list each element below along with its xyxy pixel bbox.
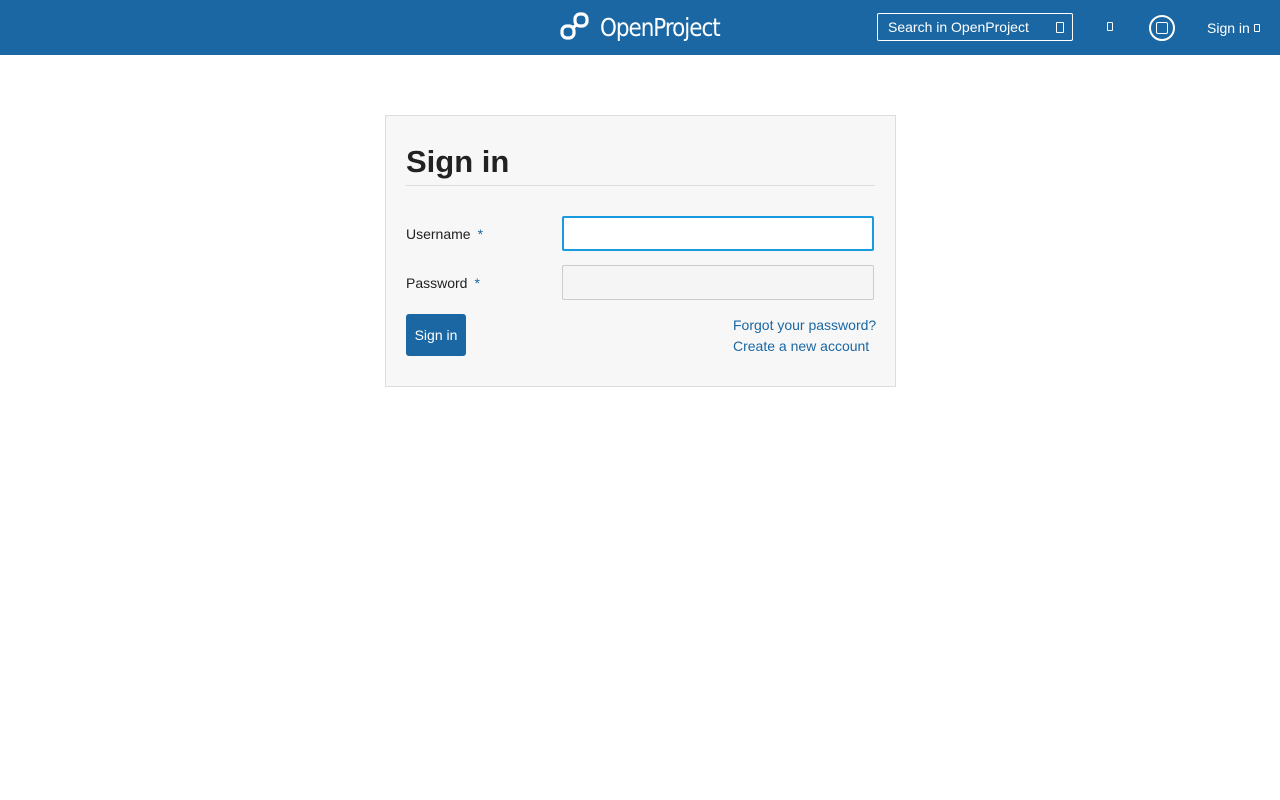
login-form: Sign in Username * Password * Sign in Forg… [385, 115, 896, 387]
username-field[interactable] [562, 216, 874, 251]
top-header: OpenProject Search in OpenProject Sign i… [0, 0, 1280, 55]
openproject-logo-icon [560, 12, 589, 40]
brand-logo[interactable]: OpenProject [560, 11, 739, 43]
password-label: Password * [406, 275, 480, 291]
page-title: Sign in [406, 144, 510, 179]
brand-name: OpenProject [600, 12, 721, 42]
help-icon[interactable] [1149, 15, 1175, 41]
search-placeholder: Search in OpenProject [888, 19, 1029, 35]
required-marker: * [474, 275, 480, 291]
grid-icon[interactable] [1107, 22, 1113, 31]
create-account-link[interactable]: Create a new account [733, 338, 869, 354]
header-sign-in-button[interactable]: Sign in [1207, 18, 1260, 38]
global-search-input[interactable]: Search in OpenProject [877, 13, 1073, 41]
forgot-password-link[interactable]: Forgot your password? [733, 317, 876, 333]
search-icon[interactable] [1056, 21, 1064, 33]
password-field[interactable] [562, 265, 874, 300]
caret-down-icon [1253, 24, 1260, 32]
title-divider [406, 185, 875, 186]
username-label-text: Username [406, 226, 471, 242]
sign-in-button[interactable]: Sign in [406, 314, 466, 356]
password-label-text: Password [406, 275, 468, 291]
username-label: Username * [406, 226, 483, 242]
required-marker: * [477, 226, 484, 242]
header-sign-in-label: Sign in [1207, 20, 1250, 36]
